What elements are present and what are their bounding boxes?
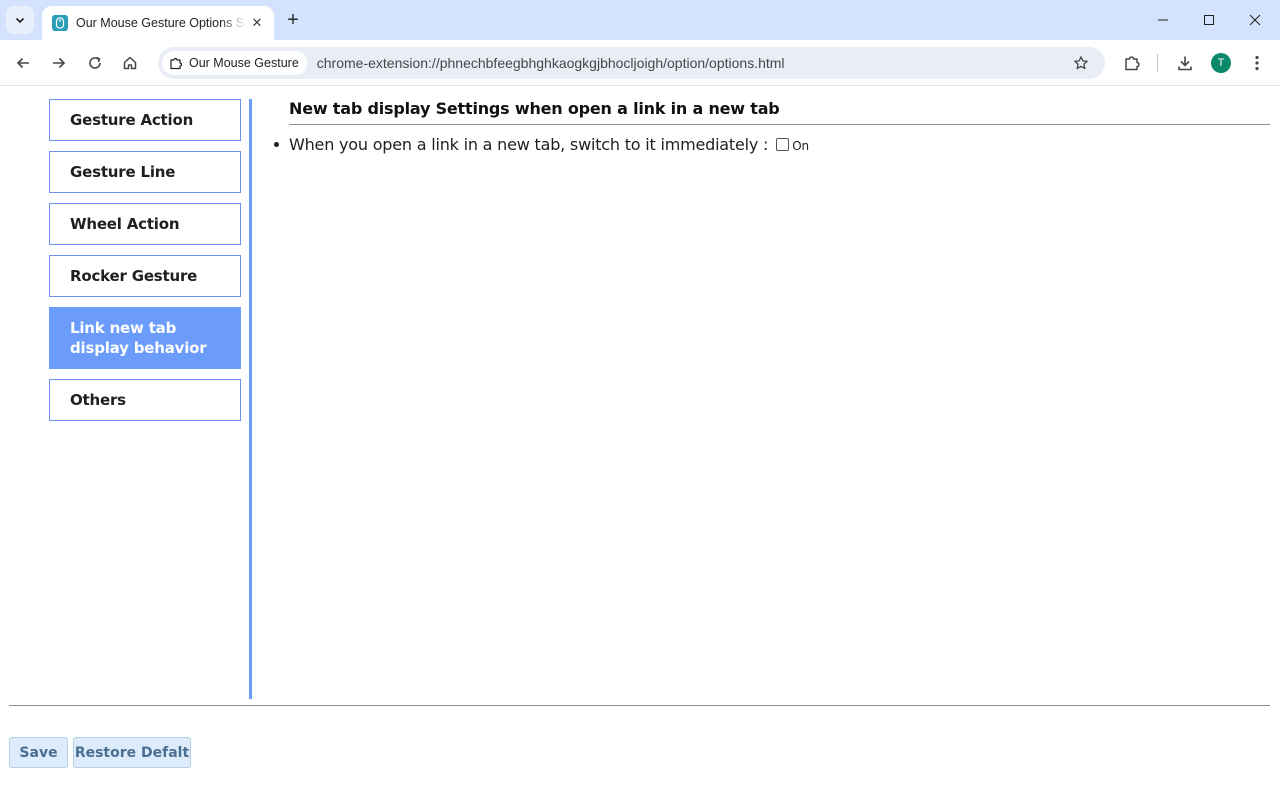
browser-titlebar: Our Mouse Gesture Options Settings ✕ + xyxy=(0,0,1280,40)
save-button[interactable]: Save xyxy=(9,737,68,768)
extensions-puzzle-icon[interactable] xyxy=(1118,49,1146,77)
kebab-menu-icon[interactable] xyxy=(1243,49,1271,77)
browser-tab-active[interactable]: Our Mouse Gesture Options Settings ✕ xyxy=(42,6,274,40)
site-info-chip[interactable]: Our Mouse Gesture xyxy=(162,51,307,75)
puzzle-icon xyxy=(168,55,184,71)
switch-tab-checkbox[interactable] xyxy=(776,138,790,151)
bookmark-star-icon[interactable] xyxy=(1069,51,1093,75)
sidebar-item-wheel-action[interactable]: Wheel Action xyxy=(49,203,241,245)
mouse-icon xyxy=(52,15,68,31)
maximize-icon[interactable] xyxy=(1186,0,1232,40)
tab-search-button[interactable] xyxy=(6,6,34,34)
sidebar-divider xyxy=(249,99,252,699)
back-arrow-icon[interactable] xyxy=(9,49,37,77)
options-sidebar: Gesture Action Gesture Line Wheel Action… xyxy=(49,99,241,431)
sidebar-item-link-new-tab[interactable]: Link new tab display behavior xyxy=(49,307,241,369)
download-icon[interactable] xyxy=(1171,49,1199,77)
sidebar-item-rocker-gesture[interactable]: Rocker Gesture xyxy=(49,255,241,297)
sidebar-item-gesture-line[interactable]: Gesture Line xyxy=(49,151,241,193)
url-text[interactable]: chrome-extension://phnechbfeegbhghkaogkg… xyxy=(317,55,785,71)
tab-close-icon[interactable]: ✕ xyxy=(248,14,266,32)
restore-default-button[interactable]: Restore Defalt xyxy=(73,737,191,768)
profile-avatar[interactable]: T xyxy=(1211,53,1231,73)
browser-toolbar: Our Mouse Gesture chrome-extension://phn… xyxy=(0,40,1280,86)
address-bar[interactable]: Our Mouse Gesture chrome-extension://phn… xyxy=(158,47,1105,79)
home-icon[interactable] xyxy=(116,49,144,77)
chevron-down-icon xyxy=(15,17,25,24)
close-window-icon[interactable] xyxy=(1232,0,1278,40)
minimize-icon[interactable] xyxy=(1140,0,1186,40)
tab-title: Our Mouse Gesture Options Settings xyxy=(76,16,246,30)
options-list: When you open a link in a new tab, switc… xyxy=(274,135,1270,154)
options-page: Gesture Action Gesture Line Wheel Action… xyxy=(0,87,1280,800)
sidebar-item-others[interactable]: Others xyxy=(49,379,241,421)
option-label: When you open a link in a new tab, switc… xyxy=(289,135,769,154)
sidebar-item-gesture-action[interactable]: Gesture Action xyxy=(49,99,241,141)
settings-panel: New tab display Settings when open a lin… xyxy=(274,99,1270,154)
footer-divider xyxy=(9,705,1270,706)
site-chip-label: Our Mouse Gesture xyxy=(189,56,299,70)
toolbar-separator xyxy=(1157,54,1158,72)
checkbox-label[interactable]: On xyxy=(792,139,809,153)
section-title: New tab display Settings when open a lin… xyxy=(289,99,1270,125)
new-tab-plus-icon[interactable]: + xyxy=(280,7,306,33)
reload-icon[interactable] xyxy=(81,49,109,77)
forward-arrow-icon[interactable] xyxy=(45,49,73,77)
list-item: When you open a link in a new tab, switc… xyxy=(274,135,1270,154)
bullet-icon xyxy=(274,142,279,147)
